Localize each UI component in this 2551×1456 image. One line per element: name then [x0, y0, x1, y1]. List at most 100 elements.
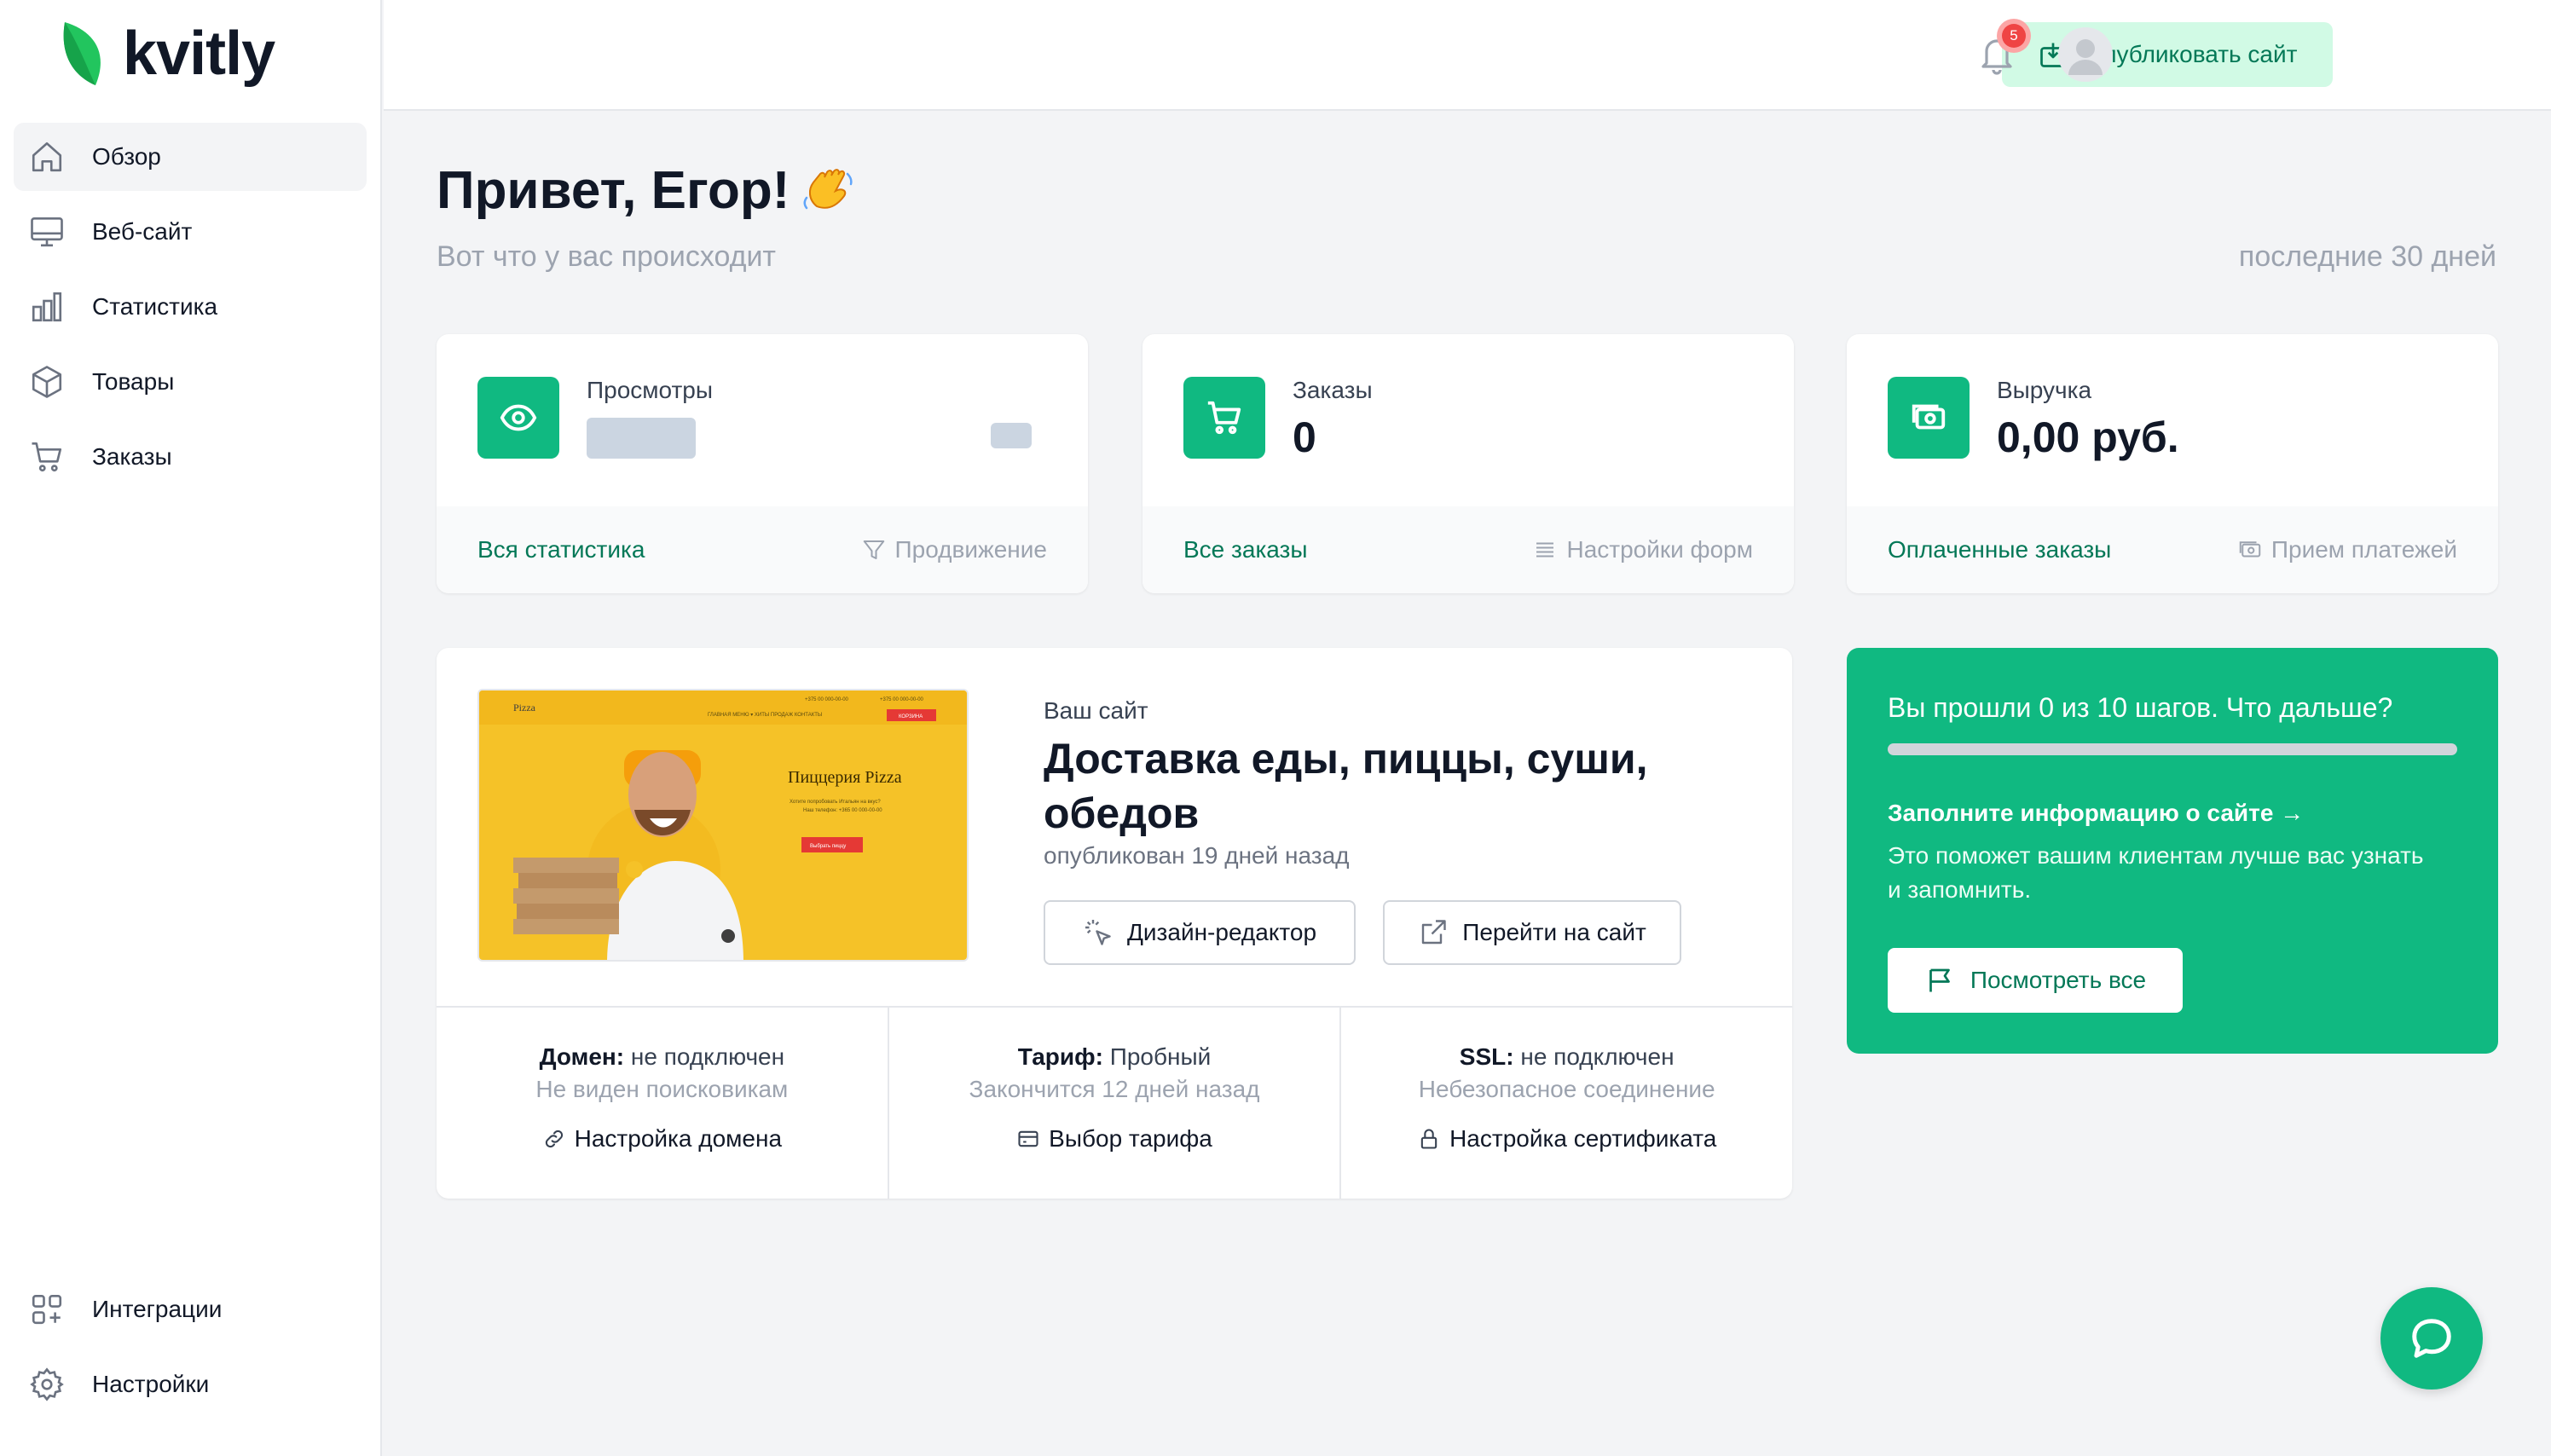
thumb-phone-2: +375 00 000-00-00: [880, 697, 924, 702]
paid-orders-link[interactable]: Оплаченные заказы: [1888, 536, 2111, 563]
certificate-settings-label: Настройка сертификата: [1449, 1125, 1717, 1152]
avatar[interactable]: [2058, 27, 2113, 82]
page-title: Привет, Егор!: [437, 160, 856, 221]
sidebar: kvitly Обзор Веб-сайт Статистика Товары …: [0, 0, 382, 1456]
sidebar-item-integrations[interactable]: Интеграции: [14, 1275, 367, 1343]
all-statistics-link[interactable]: Вся статистика: [477, 536, 645, 563]
notification-badge[interactable]: 5: [1997, 19, 2031, 53]
ssl-column: SSL: не подключен Небезопасное соединени…: [1341, 1008, 1792, 1199]
bar-chart-icon: [32, 292, 62, 322]
credit-card-icon: [1018, 1130, 1038, 1147]
site-published: опубликован 19 дней назад: [1044, 842, 1350, 869]
domain-note: Не виден поисковикам: [535, 1076, 789, 1102]
home-icon: [32, 142, 62, 172]
site-preview-image: Pizza +375 00 000-00-00 +375 00 000-00-0…: [479, 690, 967, 960]
filter-icon: [863, 540, 884, 559]
link-icon: [545, 1130, 563, 1148]
views-card: Просмотры Вся статистика Продвижение: [437, 334, 1088, 593]
sidebar-item-statistics[interactable]: Статистика: [14, 273, 367, 341]
sidebar-item-label: Статистика: [92, 293, 218, 320]
choose-plan-link[interactable]: Выбор тарифа: [1016, 1125, 1212, 1153]
domain-column: Домен: не подключен Не виден поисковикам…: [437, 1008, 889, 1199]
logo[interactable]: kvitly: [60, 19, 275, 89]
open-site-button[interactable]: Перейти на сайт: [1383, 900, 1681, 965]
monitor-icon: [31, 217, 63, 247]
publish-site-button[interactable]: Опубликовать сайт: [2002, 22, 2333, 87]
view-all-label: Посмотреть все: [1970, 967, 2147, 993]
box-icon: [32, 366, 62, 398]
sidebar-nav: Обзор Веб-сайт Статистика Товары Заказы: [14, 123, 367, 498]
support-chat-button[interactable]: [2380, 1287, 2483, 1390]
publish-site-label: Опубликовать сайт: [2085, 41, 2298, 67]
domain-key: Домен:: [539, 1043, 625, 1070]
orders-card: Заказы 0 Все заказы Настройки форм: [1142, 334, 1794, 593]
domain-settings-link[interactable]: Настройка домена: [542, 1125, 782, 1153]
choose-plan-label: Выбор тарифа: [1049, 1125, 1212, 1152]
fill-site-info-link[interactable]: Заполните информацию о сайте →: [1888, 800, 2304, 827]
plan-key: Тариф:: [1017, 1043, 1103, 1070]
ssl-note: Небезопасное соединение: [1418, 1076, 1715, 1102]
sidebar-item-settings[interactable]: Настройки: [14, 1350, 367, 1418]
logo-text: kvitly: [123, 20, 275, 88]
site-title: Доставка еды, пиццы, суши, обедов: [1044, 735, 1648, 837]
orders-icon-tile: [1183, 377, 1265, 459]
waving-hand-icon: [803, 168, 853, 209]
period-selector[interactable]: последние 30 дней: [2239, 240, 2496, 274]
design-editor-button[interactable]: Дизайн-редактор: [1044, 900, 1356, 965]
revenue-card: Выручка 0,00 руб. Оплаченные заказы Прие…: [1847, 334, 2498, 593]
thumb-brand: Pizza: [513, 702, 536, 714]
thumb-nav: ГЛАВНАЯ МЕНЮ ▾ ХИТЫ ПРОДАЖ КОНТАКТЫ: [708, 713, 822, 718]
external-link-icon: [1422, 920, 1446, 945]
certificate-settings-link[interactable]: Настройка сертификата: [1417, 1125, 1716, 1153]
payments-link[interactable]: Прием платежей: [2237, 536, 2457, 563]
open-site-label: Перейти на сайт: [1462, 919, 1646, 945]
integrations-icon: [32, 1294, 62, 1325]
stat-label: Просмотры: [587, 377, 713, 403]
form-settings-link[interactable]: Настройки форм: [1532, 536, 1753, 563]
domain-value: не подключен: [630, 1043, 785, 1070]
eye-icon: [500, 404, 537, 431]
notification-count: 5: [2002, 24, 2026, 48]
sidebar-item-orders[interactable]: Заказы: [14, 423, 367, 491]
thumb-button: Выбрать пиццу: [810, 844, 846, 849]
sidebar-item-label: Товары: [92, 368, 175, 395]
sidebar-item-website[interactable]: Веб-сайт: [14, 198, 367, 266]
plan-column: Тариф: Пробный Закончится 12 дней назад …: [889, 1008, 1342, 1199]
chat-bubble-icon: [2412, 1319, 2451, 1358]
cart-icon: [1207, 401, 1241, 435]
site-kicker: Ваш сайт: [1044, 697, 1148, 724]
leaf-logo-icon: [63, 22, 101, 85]
promotion-link[interactable]: Продвижение: [861, 536, 1048, 563]
all-orders-link[interactable]: Все заказы: [1183, 536, 1308, 563]
plan-status: Тариф: Пробный: [889, 1043, 1340, 1071]
revenue-icon-tile: [1888, 377, 1970, 459]
page-subtitle: Вот что у вас происходит: [437, 240, 777, 273]
money-icon: [1912, 404, 1946, 430]
sidebar-bottom-nav: Интеграции Настройки: [14, 1275, 367, 1425]
greeting-text: Привет, Егор!: [437, 161, 790, 220]
plan-value: Пробный: [1109, 1043, 1212, 1070]
flag-icon: [1929, 968, 1950, 992]
sidebar-item-label: Обзор: [92, 143, 161, 170]
sidebar-item-label: Интеграции: [92, 1296, 223, 1322]
sidebar-item-overview[interactable]: Обзор: [14, 123, 367, 191]
magic-cursor-icon: [1085, 920, 1111, 945]
plan-note: Закончится 12 дней назад: [969, 1076, 1260, 1102]
form-settings-label: Настройки форм: [1566, 536, 1753, 563]
ssl-value: не подключен: [1520, 1043, 1675, 1070]
thumb-text-2: Наш телефон: +365 00 000-00-00: [803, 808, 882, 813]
lock-icon: [1420, 1129, 1437, 1149]
view-all-steps-button[interactable]: Посмотреть все: [1888, 948, 2183, 1013]
promotion-label: Продвижение: [894, 536, 1048, 563]
steps-progress-bar: [1888, 743, 2457, 755]
stat-value: 0,00 руб.: [1997, 413, 2179, 461]
site-thumbnail[interactable]: Pizza +375 00 000-00-00 +375 00 000-00-0…: [477, 689, 969, 962]
money-icon: [2239, 541, 2261, 558]
site-card: Pizza +375 00 000-00-00 +375 00 000-00-0…: [437, 648, 1792, 1199]
ssl-status: SSL: не подключен: [1341, 1043, 1792, 1071]
sidebar-item-products[interactable]: Товары: [14, 348, 367, 416]
views-icon-tile: [477, 377, 559, 459]
sidebar-item-label: Веб-сайт: [92, 218, 193, 245]
design-editor-label: Дизайн-редактор: [1126, 919, 1317, 945]
cart-icon: [32, 442, 62, 472]
